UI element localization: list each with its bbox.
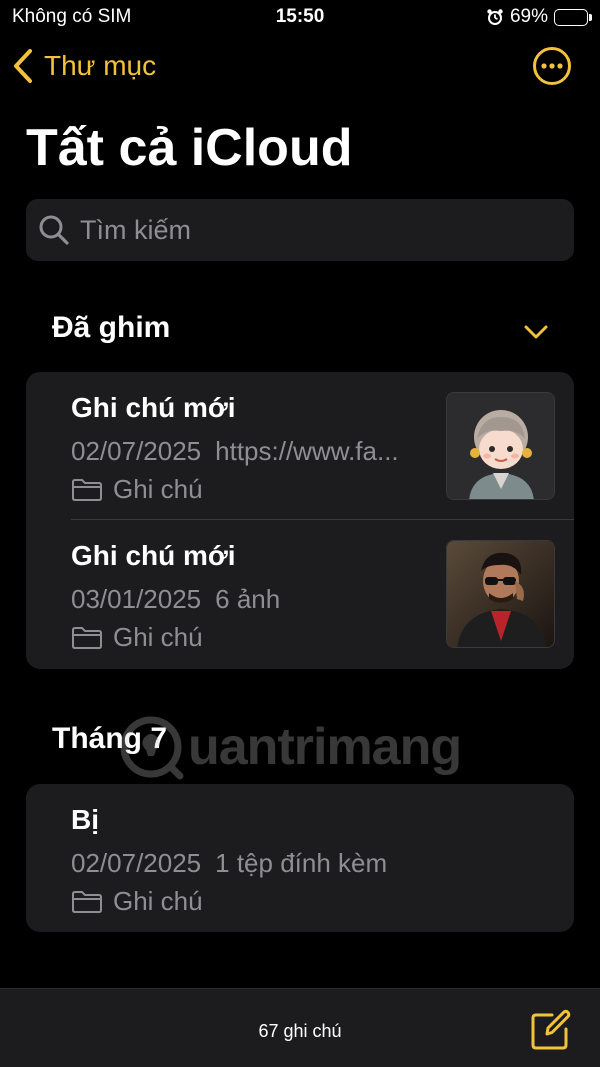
pinned-notes-card: Ghi chú mới 02/07/2025 https://www.fa... … xyxy=(26,372,574,669)
man-sunglasses-photo xyxy=(446,540,555,648)
back-button[interactable]: Thư mục xyxy=(12,48,156,84)
compose-icon[interactable] xyxy=(530,1009,572,1051)
note-date: 02/07/2025 xyxy=(71,848,202,878)
search-field[interactable]: Tìm kiếm xyxy=(26,199,574,261)
note-title: Bị xyxy=(71,804,99,835)
note-meta: 02/07/2025 1 tệp đính kèm xyxy=(71,848,387,879)
note-preview: 1 tệp đính kèm xyxy=(215,848,388,878)
back-label: Thư mục xyxy=(44,50,157,81)
page-title: Tất cả iCloud xyxy=(26,119,353,177)
search-icon xyxy=(39,215,69,245)
quantrimang-watermark: uantrimang xyxy=(118,712,478,782)
note-date: 03/01/2025 xyxy=(71,584,202,614)
note-preview: 6 ảnh xyxy=(215,584,281,614)
note-row[interactable]: Bị 02/07/2025 1 tệp đính kèm Ghi chú xyxy=(26,784,574,932)
note-folder: Ghi chú xyxy=(71,886,203,917)
section-header-pinned: Đã ghim xyxy=(52,311,171,344)
note-count: 67 ghi chú xyxy=(258,1021,342,1041)
note-folder: Ghi chú xyxy=(71,622,203,653)
watermark-text: uantrimang xyxy=(188,718,462,776)
note-meta: 02/07/2025 https://www.fa... xyxy=(71,436,399,467)
folder-icon xyxy=(72,626,102,649)
chevron-left-icon xyxy=(14,49,32,83)
status-bar: Không có SIM 15:50 69% xyxy=(0,0,600,34)
note-row[interactable]: Ghi chú mới 02/07/2025 https://www.fa... … xyxy=(26,372,574,520)
battery-percent: 69% xyxy=(509,6,548,27)
note-folder-label: Ghi chú xyxy=(113,886,203,916)
folder-icon xyxy=(72,478,102,501)
bottom-toolbar: 67 ghi chú xyxy=(0,988,600,1067)
alarm-icon xyxy=(487,9,503,25)
note-title: Ghi chú mới xyxy=(71,392,236,423)
battery-icon xyxy=(554,8,592,26)
note-folder-label: Ghi chú xyxy=(113,474,203,504)
nav-bar: Thư mục xyxy=(0,42,600,94)
folder-icon xyxy=(72,890,102,913)
chevron-down-icon[interactable] xyxy=(522,318,550,346)
month-notes-card: Bị 02/07/2025 1 tệp đính kèm Ghi chú xyxy=(26,784,574,932)
note-row[interactable]: Ghi chú mới 03/01/2025 6 ảnh Ghi chú xyxy=(26,520,574,668)
note-folder-label: Ghi chú xyxy=(113,622,203,652)
watermark-logo-icon xyxy=(120,716,184,780)
search-placeholder: Tìm kiếm xyxy=(80,214,191,245)
note-folder: Ghi chú xyxy=(71,474,203,505)
note-meta: 03/01/2025 6 ảnh xyxy=(71,584,280,615)
note-date: 02/07/2025 xyxy=(71,436,202,466)
more-options-icon[interactable] xyxy=(532,46,572,86)
status-right: 69% xyxy=(486,6,592,28)
note-title: Ghi chú mới xyxy=(71,540,236,571)
avatar-cartoon-image xyxy=(446,392,555,500)
note-preview: https://www.fa... xyxy=(215,436,399,466)
